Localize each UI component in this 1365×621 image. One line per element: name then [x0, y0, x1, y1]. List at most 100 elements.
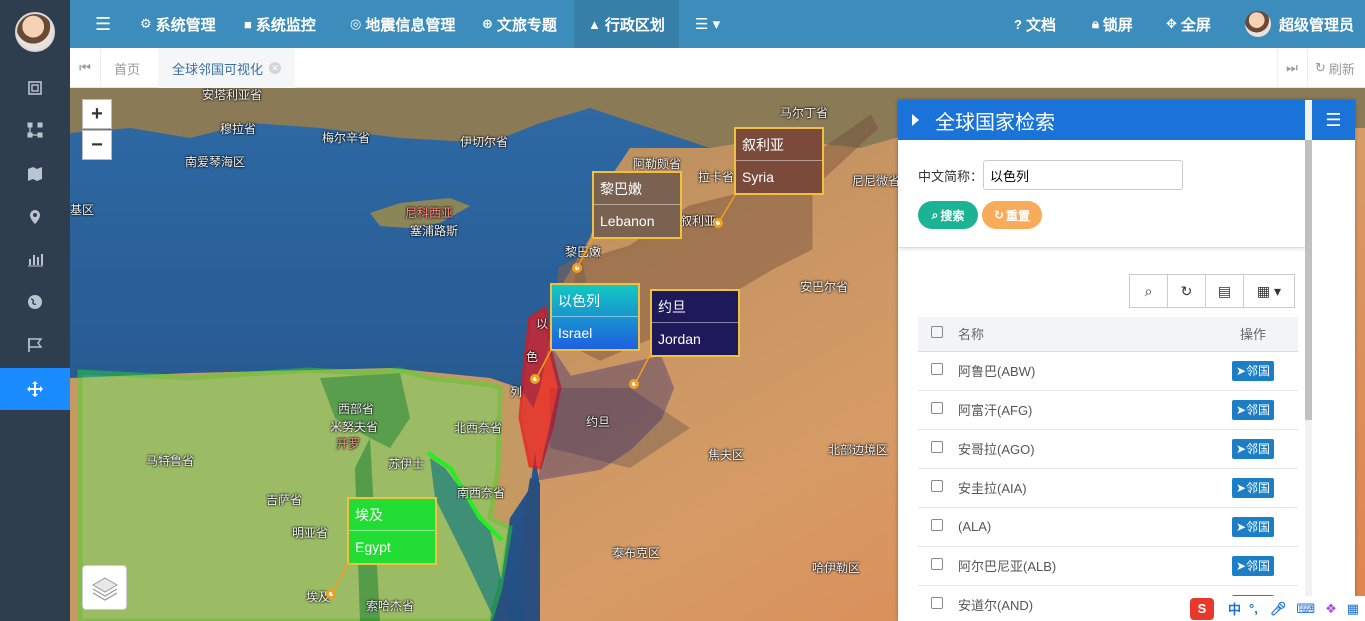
image-frame-icon[interactable] — [0, 67, 70, 109]
jordan-marker[interactable] — [629, 379, 639, 389]
nav-earthquake-info[interactable]: ◎ 地震信息管理 — [350, 0, 455, 48]
search-icon[interactable]: ⌕ — [1129, 274, 1168, 308]
row-checkbox[interactable] — [931, 363, 943, 375]
zoom-out-button[interactable]: − — [82, 130, 112, 160]
user-menu[interactable]: 超级管理员 — [1245, 0, 1354, 48]
tab-global-neighbors[interactable]: 全球邻国可视化 ✕ — [158, 48, 296, 88]
row-checkbox[interactable] — [931, 558, 943, 570]
egypt-marker[interactable] — [326, 589, 336, 599]
tabs-scroll-right-icon[interactable]: ⏭ — [1277, 48, 1307, 88]
map-label: 塞浦路斯 — [410, 224, 459, 238]
location-pin-icon[interactable] — [0, 196, 70, 238]
ime-punctuation[interactable]: °, — [1249, 601, 1258, 616]
send-icon: ➤ — [1235, 558, 1247, 573]
map-label: 基区 — [70, 203, 95, 217]
grid-dropdown-icon[interactable]: ▦ ▾ — [1243, 274, 1295, 308]
columns-icon[interactable]: ▤ — [1205, 274, 1244, 308]
israel-marker[interactable] — [530, 374, 540, 384]
nav-admin-divisions[interactable]: ▲ 行政区划 — [574, 0, 679, 48]
move-arrows-icon[interactable] — [0, 368, 70, 410]
grid-menu-icon[interactable]: ▦ — [1347, 601, 1359, 617]
ime-mode[interactable]: 中 — [1228, 599, 1241, 618]
syria-marker[interactable] — [713, 218, 723, 228]
map-label: 米努夫省 — [330, 420, 379, 434]
list-icon: ☰ ▾ — [695, 16, 721, 33]
map-label: 安塔利亚省 — [202, 88, 263, 102]
divider — [1307, 48, 1308, 88]
country-label-jordan[interactable]: 约旦 Jordan — [650, 289, 740, 357]
globe-icon[interactable] — [0, 281, 70, 323]
neighbor-button[interactable]: ➤邻国 — [1231, 360, 1275, 381]
tab-home[interactable]: 首页 — [114, 48, 140, 88]
docs-link[interactable]: ? 文档 — [1014, 0, 1056, 48]
neighbor-button[interactable]: ➤邻国 — [1231, 399, 1275, 420]
map-label: 南爱琴海区 — [185, 155, 246, 169]
refresh-icon[interactable]: ↻ — [1167, 274, 1206, 308]
row-checkbox[interactable] — [931, 402, 943, 414]
refresh-icon: ↻ — [1315, 60, 1326, 75]
country-label-lebanon[interactable]: 黎巴嫩 Lebanon — [592, 171, 682, 239]
close-icon[interactable]: ✕ — [269, 62, 282, 74]
neighbor-button[interactable]: ➤邻国 — [1231, 477, 1275, 498]
column-header-name: 名称 — [958, 317, 1208, 352]
microphone-icon[interactable]: 🎤︎ — [1270, 601, 1287, 617]
neighbor-button[interactable]: ➤邻国 — [1231, 555, 1275, 576]
layers-button[interactable] — [82, 565, 127, 610]
refresh-button[interactable]: ↻ 刷新 — [1315, 48, 1355, 88]
panel-header[interactable]: 全球国家检索 — [898, 100, 1305, 140]
map-label: 焦夫区 — [708, 448, 745, 462]
row-checkbox[interactable] — [931, 480, 943, 492]
map-label: 泰布克区 — [612, 546, 661, 560]
zoom-in-button[interactable]: + — [82, 99, 112, 129]
country-label-israel[interactable]: 以色列 Israel — [550, 283, 640, 351]
nav-culture-tourism[interactable]: ⊕ 文旅专题 — [482, 0, 557, 48]
country-name-input[interactable] — [983, 160, 1183, 190]
hamburger-menu-icon[interactable]: ☰ — [95, 0, 111, 48]
panel-scrollbar[interactable] — [1305, 100, 1312, 621]
flag-icon[interactable] — [0, 324, 70, 366]
bar-chart-icon[interactable] — [0, 238, 70, 280]
country-name: 阿富汗(AFG) — [958, 390, 1208, 430]
select-all-checkbox[interactable] — [931, 326, 943, 339]
lebanon-marker[interactable] — [572, 263, 582, 273]
search-button[interactable]: ⌕ 搜索 — [918, 201, 978, 229]
country-search-panel: 全球国家检索 ☰ 中文简称： ⌕搜索 ↻重置 ⌕ ↻ ▤ ▦ ▾ 名称 操作 — [898, 100, 1355, 621]
globe-icon: ⊕ — [482, 16, 493, 31]
collapse-arrow-icon[interactable] — [912, 114, 919, 126]
user-avatar[interactable] — [15, 12, 55, 52]
neighbor-button[interactable]: ➤邻国 — [1231, 516, 1275, 537]
keyboard-icon[interactable]: ⌨ — [1296, 601, 1315, 617]
skin-icon[interactable]: ❖ — [1325, 601, 1337, 617]
map-label: 阿勒颇省 — [633, 157, 682, 171]
country-label-syria[interactable]: 叙利亚 Syria — [734, 127, 824, 195]
nav-system-monitor[interactable]: ■ 系统监控 — [244, 0, 316, 48]
map-label: 拉卡省 — [698, 170, 735, 184]
table-toolbar: ⌕ ↻ ▤ ▦ ▾ — [1129, 274, 1295, 308]
nodes-icon[interactable] — [0, 109, 70, 151]
map-label: 西部省 — [338, 402, 375, 416]
map-label: 安巴尔省 — [800, 280, 849, 294]
fullscreen-button[interactable]: ✥ 全屏 — [1166, 0, 1211, 48]
panel-menu-button[interactable]: ☰ — [1312, 100, 1355, 140]
row-checkbox[interactable] — [931, 441, 943, 453]
column-header-action: 操作 — [1208, 317, 1298, 352]
map-label: 伊切尔省 — [460, 135, 509, 149]
sogou-logo[interactable]: S — [1190, 597, 1214, 620]
map-label: 马尔丁省 — [780, 106, 829, 120]
expand-icon: ✥ — [1166, 16, 1177, 31]
row-checkbox[interactable] — [931, 519, 943, 531]
tabs-bar: ⏮ 首页 全球邻国可视化 ✕ ⏭ ↻ 刷新 — [70, 48, 1365, 88]
lock-screen-button[interactable]: 🔒︎ 锁屏 — [1092, 0, 1133, 48]
nav-more-dropdown[interactable]: ☰ ▾ — [695, 0, 720, 48]
country-label-egypt[interactable]: 埃及 Egypt — [347, 497, 437, 565]
neighbor-button[interactable]: ➤邻国 — [1231, 438, 1275, 459]
nav-system-management[interactable]: ⚙ 系统管理 — [140, 0, 216, 48]
reset-button[interactable]: ↻ 重置 — [982, 201, 1042, 229]
scrollbar-thumb[interactable] — [1305, 140, 1312, 420]
tabs-scroll-left-icon[interactable]: ⏮ — [70, 48, 100, 88]
row-checkbox[interactable] — [931, 597, 943, 609]
map-label: 明亚省 — [292, 526, 329, 540]
map-icon[interactable] — [0, 153, 70, 195]
video-icon: ■ — [244, 16, 252, 32]
map-label: 梅尔辛省 — [322, 131, 371, 145]
